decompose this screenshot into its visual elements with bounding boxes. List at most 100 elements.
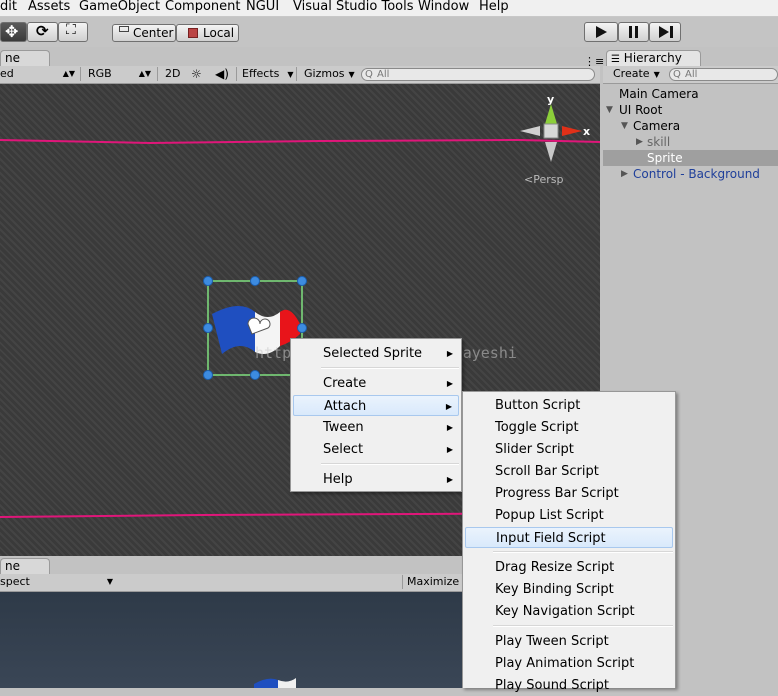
expand-arrow-icon[interactable]: ▼ xyxy=(606,102,613,118)
dropdown-arrow-icon: ▲▼ xyxy=(138,69,151,78)
pivot-center-button[interactable]: Center xyxy=(112,24,176,42)
persp-label[interactable]: <Persp xyxy=(524,173,563,186)
search-icon: Q xyxy=(365,69,373,80)
resize-handle[interactable] xyxy=(297,323,307,333)
menu-window[interactable]: Window xyxy=(418,0,469,16)
expand-arrow-icon[interactable]: ▼ xyxy=(621,118,628,134)
collapse-arrow-icon[interactable]: ▶ xyxy=(621,166,628,182)
toolbar: ✥ ⟳ ⛶ Center Local xyxy=(0,17,778,47)
center-label: Center xyxy=(133,26,174,40)
submenu-arrow-icon: ▶ xyxy=(445,402,452,411)
menu-item-progress-bar-script[interactable]: Progress Bar Script xyxy=(465,483,673,504)
axis-y-label: y xyxy=(547,93,555,106)
axis-x-label: x xyxy=(583,125,591,138)
resize-handle[interactable] xyxy=(203,323,213,333)
scale-tool-button[interactable]: ⛶ xyxy=(58,22,88,42)
step-button[interactable] xyxy=(649,22,681,42)
hierarchy-item-ui-root[interactable]: ▼ UI Root xyxy=(603,102,778,118)
menu-item-button-script[interactable]: Button Script xyxy=(465,395,673,416)
submenu-arrow-icon: ▶ xyxy=(446,423,453,432)
rotate-tool-button[interactable]: ⟳ xyxy=(27,22,58,42)
local-icon xyxy=(188,28,198,38)
dropdown-arrow-icon: ▼ xyxy=(653,70,660,79)
dropdown-arrow-icon: ▼ xyxy=(287,70,294,79)
search-icon: Q xyxy=(673,69,681,80)
menu-gameobject[interactable]: GameObject xyxy=(79,0,160,16)
menu-item-toggle-script[interactable]: Toggle Script xyxy=(465,417,673,438)
tab-hierarchy[interactable]: ☰ Hierarchy xyxy=(606,50,701,67)
mode-2d-toggle[interactable]: 2D xyxy=(165,67,180,82)
pivot-icon xyxy=(119,26,129,32)
resize-handle[interactable] xyxy=(250,276,260,286)
resize-handle[interactable] xyxy=(250,370,260,380)
attach-submenu: Button Script Toggle Script Slider Scrip… xyxy=(462,391,676,693)
ui-root-boundary-top xyxy=(0,138,600,145)
maximize-on-play-toggle[interactable]: Maximize o xyxy=(407,575,469,590)
rotate-icon: ⟳ xyxy=(36,22,49,40)
dropdown-arrow-icon: ▼ xyxy=(106,577,113,586)
menu-ngui[interactable]: NGUI xyxy=(246,0,279,16)
audio-icon[interactable]: ◀) xyxy=(215,67,229,82)
hierarchy-item-sprite[interactable]: Sprite xyxy=(603,150,778,166)
resize-handle[interactable] xyxy=(203,370,213,380)
effects-dropdown[interactable]: Effects ▼ xyxy=(242,67,294,82)
menu-item-attach[interactable]: Attach ▶ xyxy=(293,395,459,416)
submenu-arrow-icon: ▶ xyxy=(446,379,453,388)
menu-visual-studio-tools[interactable]: Visual Studio Tools xyxy=(293,0,414,16)
menu-assets[interactable]: Assets xyxy=(28,0,70,16)
move-tool-button[interactable]: ✥ xyxy=(0,22,27,42)
menu-item-input-field-script[interactable]: Input Field Script xyxy=(465,527,673,548)
dropdown-arrow-icon: ▲▼ xyxy=(62,69,75,78)
menu-item-key-binding-script[interactable]: Key Binding Script xyxy=(465,579,673,600)
dropdown-arrow-icon: ▼ xyxy=(348,70,355,79)
orientation-gizmo[interactable] xyxy=(520,104,582,162)
move-icon: ✥ xyxy=(5,22,19,41)
menu-item-key-navigation-script[interactable]: Key Navigation Script xyxy=(465,601,673,622)
menu-item-slider-script[interactable]: Slider Script xyxy=(465,439,673,460)
menu-bar: dit Assets GameObject Component NGUI Vis… xyxy=(0,0,778,17)
hierarchy-item-main-camera[interactable]: Main Camera xyxy=(603,86,778,102)
resize-handle[interactable] xyxy=(297,276,307,286)
menu-item-scroll-bar-script[interactable]: Scroll Bar Script xyxy=(465,461,673,482)
scene-search-input[interactable]: Q All xyxy=(361,68,595,81)
menu-item-play-animation-script[interactable]: Play Animation Script xyxy=(465,653,673,674)
lighting-icon[interactable]: ☼ xyxy=(191,67,202,82)
context-menu: Selected Sprite ▶ Create ▶ Attach ▶ Tween ▶ … xyxy=(290,338,462,492)
menu-item-popup-list-script[interactable]: Popup List Script xyxy=(465,505,673,526)
submenu-arrow-icon: ▶ xyxy=(446,349,453,358)
tab-game[interactable]: ne xyxy=(0,558,50,575)
menu-item-select[interactable]: Select ▶ xyxy=(293,439,459,460)
menu-component[interactable]: Component xyxy=(165,0,240,16)
menu-item-tween[interactable]: Tween ▶ xyxy=(293,417,459,438)
play-button[interactable] xyxy=(584,22,618,42)
collapse-arrow-icon[interactable]: ▶ xyxy=(636,134,643,150)
aspect-dropdown[interactable]: spect ▼ xyxy=(0,575,116,590)
menu-item-selected-sprite[interactable]: Selected Sprite ▶ xyxy=(293,343,459,364)
hierarchy-item-skill[interactable]: ▶ skill xyxy=(603,134,778,150)
scale-icon: ⛶ xyxy=(66,22,76,38)
resize-handle[interactable] xyxy=(203,276,213,286)
hierarchy-search-input[interactable]: Q All xyxy=(669,68,778,81)
menu-edit[interactable]: dit xyxy=(0,0,17,16)
tab-scene[interactable]: ne xyxy=(0,50,50,67)
hierarchy-create-dropdown[interactable]: Create ▼ xyxy=(613,67,660,82)
pivot-local-button[interactable]: Local xyxy=(176,24,239,42)
menu-item-drag-resize-script[interactable]: Drag Resize Script xyxy=(465,557,673,578)
pause-button[interactable] xyxy=(618,22,649,42)
play-icon xyxy=(596,26,607,38)
rgb-dropdown[interactable]: RGB ▲▼ xyxy=(88,67,154,82)
hierarchy-icon: ☰ xyxy=(611,54,620,65)
flag-preview xyxy=(254,678,278,688)
step-icon xyxy=(659,26,669,38)
menu-item-play-sound-script[interactable]: Play Sound Script xyxy=(465,675,673,696)
shading-mode-dropdown[interactable]: ed ▲▼ xyxy=(0,67,78,82)
hierarchy-item-camera[interactable]: ▼ Camera xyxy=(603,118,778,134)
menu-item-play-tween-script[interactable]: Play Tween Script xyxy=(465,631,673,652)
local-label: Local xyxy=(203,26,235,40)
submenu-arrow-icon: ▶ xyxy=(446,445,453,454)
menu-item-help[interactable]: Help ▶ xyxy=(293,469,459,490)
menu-help[interactable]: Help xyxy=(479,0,509,16)
gizmos-dropdown[interactable]: Gizmos ▼ xyxy=(304,67,355,82)
hierarchy-item-control-background[interactable]: ▶ Control - Background xyxy=(603,166,778,182)
menu-item-create[interactable]: Create ▶ xyxy=(293,373,459,394)
